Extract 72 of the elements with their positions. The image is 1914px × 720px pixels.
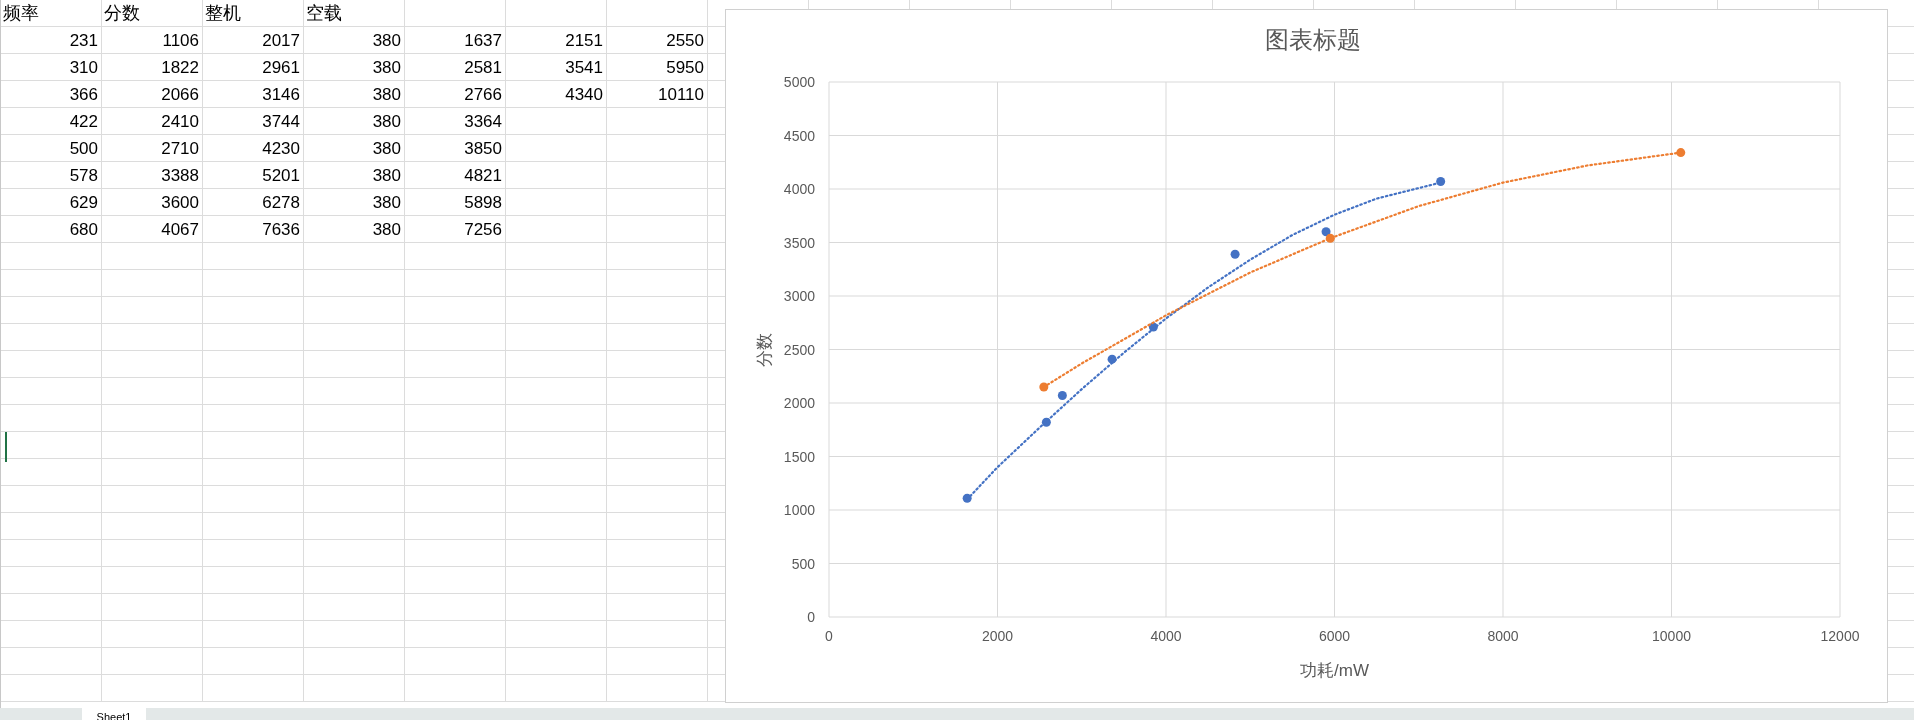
y-tick-label: 2500 [783, 341, 815, 358]
table-cell: 380 [304, 108, 405, 135]
table-cell: 3744 [203, 108, 304, 135]
y-tick-label: 1500 [783, 448, 815, 465]
x-tick-label: 2000 [981, 628, 1014, 644]
table-cell: 10110 [607, 81, 708, 108]
table-cell: 7256 [405, 216, 506, 243]
table-cell: 380 [304, 27, 405, 54]
table-cell: 2017 [203, 27, 304, 54]
table-cell: 1637 [405, 27, 506, 54]
table-cell: 2710 [102, 135, 203, 162]
table-cell: 4821 [405, 162, 506, 189]
y-tick-label: 0 [807, 609, 815, 625]
x-tick-label: 6000 [1318, 628, 1351, 644]
y-tick-label: 5000 [783, 74, 815, 90]
table-cell: 2151 [506, 27, 607, 54]
table-cell: 380 [304, 54, 405, 81]
table-cell: 2766 [405, 81, 506, 108]
table-cell: 3850 [405, 135, 506, 162]
table-cell: 5201 [203, 162, 304, 189]
y-tick-label: 3500 [783, 234, 815, 251]
x-tick-label: 12000 [1820, 628, 1860, 644]
x-tick-label: 8000 [1487, 628, 1519, 644]
table-cell: 5950 [607, 54, 708, 81]
table-cell: 3364 [405, 108, 506, 135]
table-cell: 366 [1, 81, 102, 108]
table-cell: 680 [1, 216, 102, 243]
table-cell: 2550 [607, 27, 708, 54]
table-cell: 3146 [203, 81, 304, 108]
y-tick-label: 4500 [783, 127, 815, 144]
table-cell: 2961 [203, 54, 304, 81]
table-cell: 629 [1, 189, 102, 216]
y-tick-label: 4000 [783, 181, 815, 197]
table-cell: 231 [1, 27, 102, 54]
x-tick-label: 0 [825, 628, 833, 644]
table-cell: 3388 [102, 162, 203, 189]
y-tick-label: 3000 [783, 288, 815, 304]
y-tick-label: 1000 [783, 502, 815, 518]
table-cell: 3541 [506, 54, 607, 81]
x-tick-label: 4000 [1150, 628, 1182, 644]
table-cell: 7636 [203, 216, 304, 243]
table-cell: 4067 [102, 216, 203, 243]
table-cell: 3600 [102, 189, 203, 216]
table-cell: 5898 [405, 189, 506, 216]
chart-title: 图表标题 [1264, 26, 1361, 53]
y-tick-label: 2000 [783, 395, 815, 411]
table-cell: 380 [304, 162, 405, 189]
table-cell: 578 [1, 162, 102, 189]
table-cell: 6278 [203, 189, 304, 216]
table-cell: 380 [304, 135, 405, 162]
table-cell: 分数 [102, 0, 203, 27]
table-cell: 310 [1, 54, 102, 81]
table-cell: 380 [304, 189, 405, 216]
y-tick-label: 500 [791, 555, 815, 572]
table-cell: 空载 [304, 0, 405, 27]
table-cell: 1822 [102, 54, 203, 81]
x-axis-title: 功耗/mW [1300, 661, 1369, 680]
row-marker [5, 432, 7, 462]
table-cell: 422 [1, 108, 102, 135]
table-cell: 380 [304, 216, 405, 243]
table-cell: 整机 [203, 0, 304, 27]
table-cell: 380 [304, 81, 405, 108]
table-cell: 2410 [102, 108, 203, 135]
table-cell: 频率 [1, 0, 102, 27]
table-cell: 1106 [102, 27, 203, 54]
table-cell: 2066 [102, 81, 203, 108]
table-cell: 500 [1, 135, 102, 162]
y-axis-title: 分数 [755, 332, 774, 367]
table-cell: 4230 [203, 135, 304, 162]
table-cell: 2581 [405, 54, 506, 81]
table-cell: 4340 [506, 81, 607, 108]
x-tick-label: 10000 [1652, 628, 1691, 644]
